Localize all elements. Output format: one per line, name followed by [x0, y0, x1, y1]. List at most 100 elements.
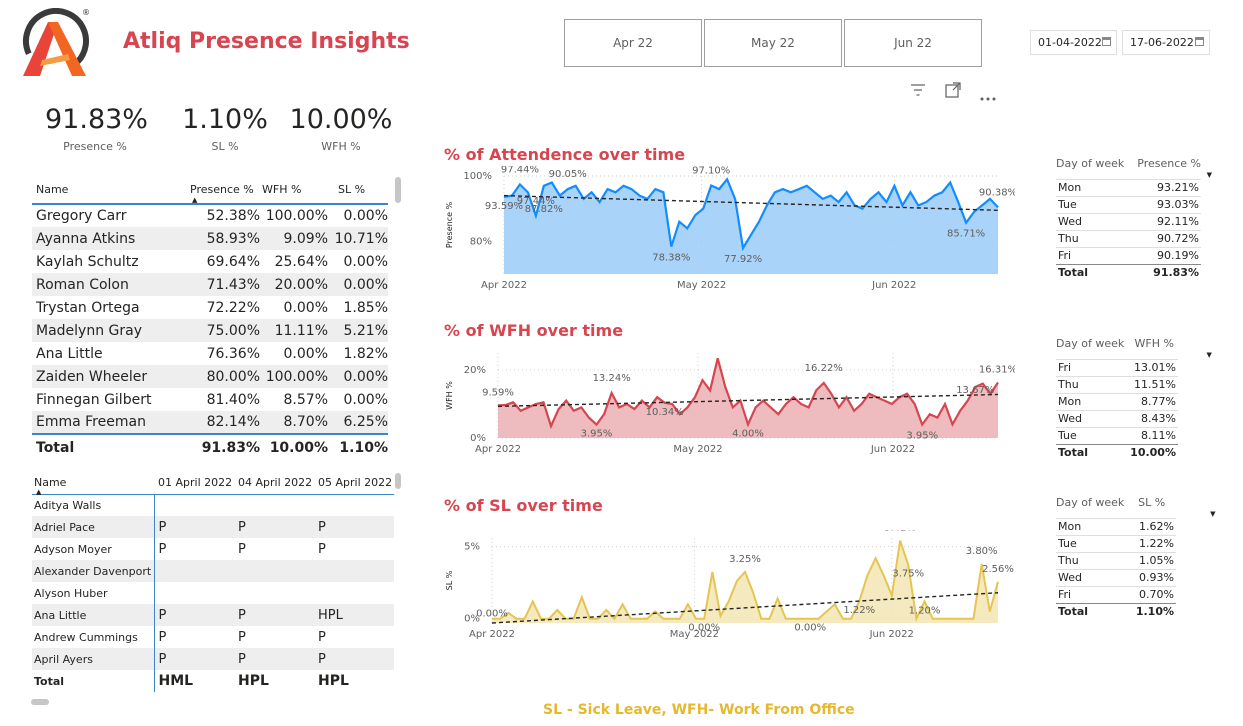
table-row[interactable]: Thu 90.72%	[1056, 229, 1201, 247]
matrix-total-cell: HPL	[238, 673, 269, 689]
month-slicer-may[interactable]: May 22	[704, 19, 842, 67]
matrix-total-label: Total	[32, 670, 155, 692]
row-presence: 72.22%	[206, 299, 260, 316]
table-row[interactable]: Tue 8.11%	[1056, 426, 1178, 444]
table-row[interactable]: Fri 13.01%	[1056, 358, 1178, 376]
table-row[interactable]: Finnegan Gilbert 81.40% 8.57% 0.00%	[32, 388, 388, 411]
sort-ascending-icon: ▲	[36, 487, 42, 496]
matrix-row[interactable]: Adyson Moyer P P P	[32, 538, 394, 560]
data-label: 85.71%	[947, 229, 985, 240]
more-options-icon[interactable]	[980, 87, 996, 101]
table-row[interactable]: Gregory Carr 52.38% 100.00% 0.00%	[32, 204, 388, 227]
table-row[interactable]: Fri 0.70%	[1056, 585, 1176, 603]
matrix-cell	[234, 582, 314, 604]
table-row[interactable]: Wed 8.43%	[1056, 409, 1178, 427]
table-row[interactable]: Madelynn Gray 75.00% 11.11% 5.21%	[32, 319, 388, 342]
data-label: 3.80%	[966, 546, 998, 557]
sort-ascending-icon: ▲	[192, 196, 198, 204]
table-row[interactable]: Zaiden Wheeler 80.00% 100.00% 0.00%	[32, 365, 388, 388]
matrix-row[interactable]: Aditya Walls	[32, 494, 394, 516]
month-slicer-apr[interactable]: Apr 22	[564, 19, 702, 67]
dow-day: Wed	[1056, 212, 1127, 230]
dow-col-value[interactable]: Presence % ▼	[1127, 155, 1212, 179]
table-row[interactable]: Roman Colon 71.43% 20.00% 0.00%	[32, 273, 388, 296]
date-start-input[interactable]: 01-04-2022	[1030, 30, 1117, 55]
dow-col-day[interactable]: Day of week	[1056, 155, 1127, 179]
table-total-row: Total 91.83% 10.00% 1.10%	[32, 433, 388, 460]
matrix-horizontal-scrollbar[interactable]	[31, 699, 49, 705]
col-header-presence[interactable]: Presence % ▲	[190, 176, 260, 205]
filter-icon[interactable]	[910, 82, 926, 96]
col-header-name[interactable]: Name	[32, 176, 190, 205]
table-row[interactable]: Ana Little 76.36% 0.00% 1.82%	[32, 342, 388, 365]
table-row[interactable]: Thu 1.05%	[1056, 551, 1176, 569]
focus-mode-icon[interactable]	[945, 82, 961, 98]
table-row[interactable]: Trystan Ortega 72.22% 0.00% 1.85%	[32, 296, 388, 319]
date-end-input[interactable]: 17-06-2022	[1122, 30, 1210, 55]
matrix-col-header-date[interactable]: 05 April 2022	[314, 472, 394, 495]
data-label: 78.38%	[652, 253, 690, 264]
table-row[interactable]: Thu 11.51%	[1056, 375, 1178, 393]
matrix-row[interactable]: April Ayers P P P	[32, 648, 394, 670]
matrix-header: Name ▲ 01 April 2022 04 April 2022 05 Apr…	[32, 472, 394, 496]
matrix-col-header-date[interactable]: 01 April 2022	[154, 472, 234, 495]
data-label: 9.59%	[482, 387, 514, 398]
sl-chart[interactable]: 0%5%Apr 2022 May 2022 Jun 2022SL %0.00%3.2…	[440, 530, 1015, 645]
matrix-vertical-scrollbar[interactable]	[395, 473, 401, 489]
employee-table-scrollbar[interactable]	[395, 177, 401, 203]
wfh-chart[interactable]: 0% 20% Apr 2022 May 2022 Jun 2022 WFH % 9.59% 1…	[440, 345, 1015, 460]
dow-col-value[interactable]: SL % ▼	[1130, 494, 1215, 518]
kpi-presence-label: Presence %	[63, 140, 127, 153]
table-row[interactable]: Tue 1.22%	[1056, 534, 1176, 552]
dow-value: 90.72%	[1126, 229, 1201, 247]
table-row[interactable]: Tue 93.03%	[1056, 195, 1201, 213]
row-wfh: 100.00%	[260, 365, 328, 388]
matrix-row[interactable]: Andrew Cummings P P P	[32, 626, 394, 648]
table-row[interactable]: Emma Freeman 82.14% 8.70% 6.25%	[32, 411, 388, 434]
matrix-col-header-date[interactable]: 04 April 2022	[234, 472, 314, 495]
matrix-cell: P	[234, 516, 314, 538]
matrix-row[interactable]: Alexander Davenport	[32, 560, 394, 582]
calendar-icon[interactable]	[1102, 37, 1111, 46]
row-sl: 1.85%	[343, 299, 388, 316]
table-row[interactable]: Wed 92.11%	[1056, 212, 1201, 230]
attendance-chart[interactable]: 80% 100% Apr 2022 May 2022 Jun 2022 Presence …	[440, 166, 1015, 296]
y-tick-label: 5%	[464, 542, 480, 553]
matrix-col-header-name[interactable]: Name ▲	[32, 472, 154, 496]
row-presence: 52.38%	[206, 208, 260, 224]
matrix-total-cell: HML	[158, 673, 194, 689]
row-wfh: 0.00%	[283, 345, 328, 362]
matrix-row[interactable]: Adriel Pace P P P	[32, 516, 394, 538]
table-row[interactable]: Wed 0.93%	[1056, 568, 1176, 586]
row-wfh: 0.00%	[283, 299, 328, 316]
table-row[interactable]: Mon 93.21%	[1056, 178, 1201, 196]
col-header-wfh[interactable]: WFH %	[260, 176, 328, 205]
dow-col-day[interactable]: Day of week	[1056, 335, 1127, 359]
matrix-cell: P	[158, 629, 167, 645]
matrix-row[interactable]: Ana Little P P HPL	[32, 604, 394, 626]
dow-col-value[interactable]: WFH % ▼	[1127, 335, 1212, 359]
row-sl: 0.00%	[343, 391, 388, 408]
table-row[interactable]: Ayanna Atkins 58.93% 9.09% 10.71%	[32, 227, 388, 250]
data-label: 3.25%	[729, 554, 761, 565]
table-row[interactable]: Mon 1.62%	[1056, 517, 1176, 535]
dow-col-day[interactable]: Day of week	[1056, 494, 1130, 518]
month-slicer-jun[interactable]: Jun 22	[844, 19, 982, 67]
dow-col-value-label: Presence %	[1137, 157, 1201, 170]
employee-table-header: Name Presence % ▲ WFH % SL %	[32, 176, 388, 205]
data-label: 97.44%	[501, 166, 539, 175]
date-start-value: 01-04-2022	[1038, 36, 1102, 49]
calendar-icon[interactable]	[1195, 37, 1204, 46]
dow-col-value-label: WFH %	[1134, 337, 1174, 350]
col-header-sl[interactable]: SL %	[328, 176, 388, 205]
total-wfh: 10.00%	[260, 433, 328, 460]
table-row[interactable]: Kaylah Schultz 69.64% 25.64% 0.00%	[32, 250, 388, 273]
date-end-value: 17-06-2022	[1130, 36, 1194, 49]
matrix-row[interactable]: Alyson Huber	[32, 582, 394, 604]
table-row[interactable]: Fri 90.19%	[1056, 246, 1201, 264]
table-row[interactable]: Mon 8.77%	[1056, 392, 1178, 410]
x-tick-label: May 2022	[673, 444, 722, 455]
y-axis-title: WFH %	[445, 381, 454, 410]
row-presence: 69.64%	[206, 253, 260, 270]
matrix-row-name: Aditya Walls	[32, 494, 155, 516]
